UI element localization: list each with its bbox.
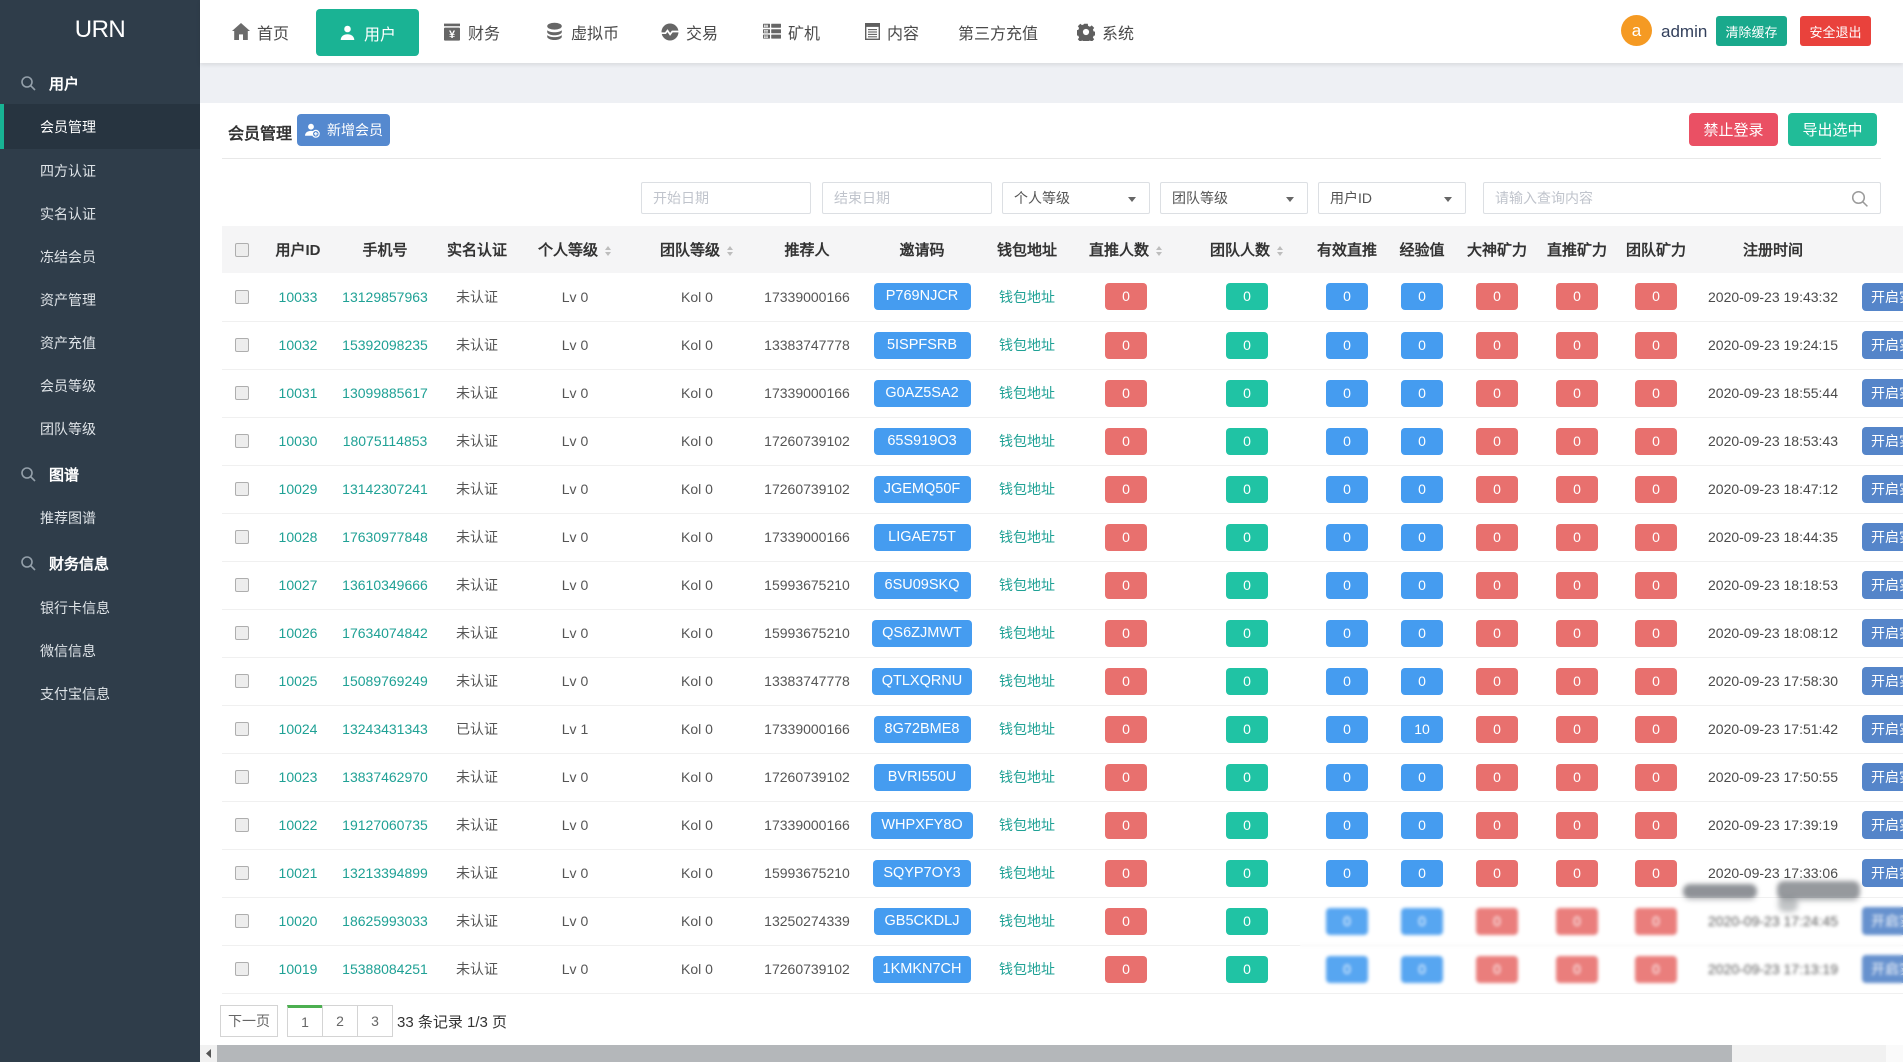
svg-text:¥: ¥	[449, 29, 456, 41]
